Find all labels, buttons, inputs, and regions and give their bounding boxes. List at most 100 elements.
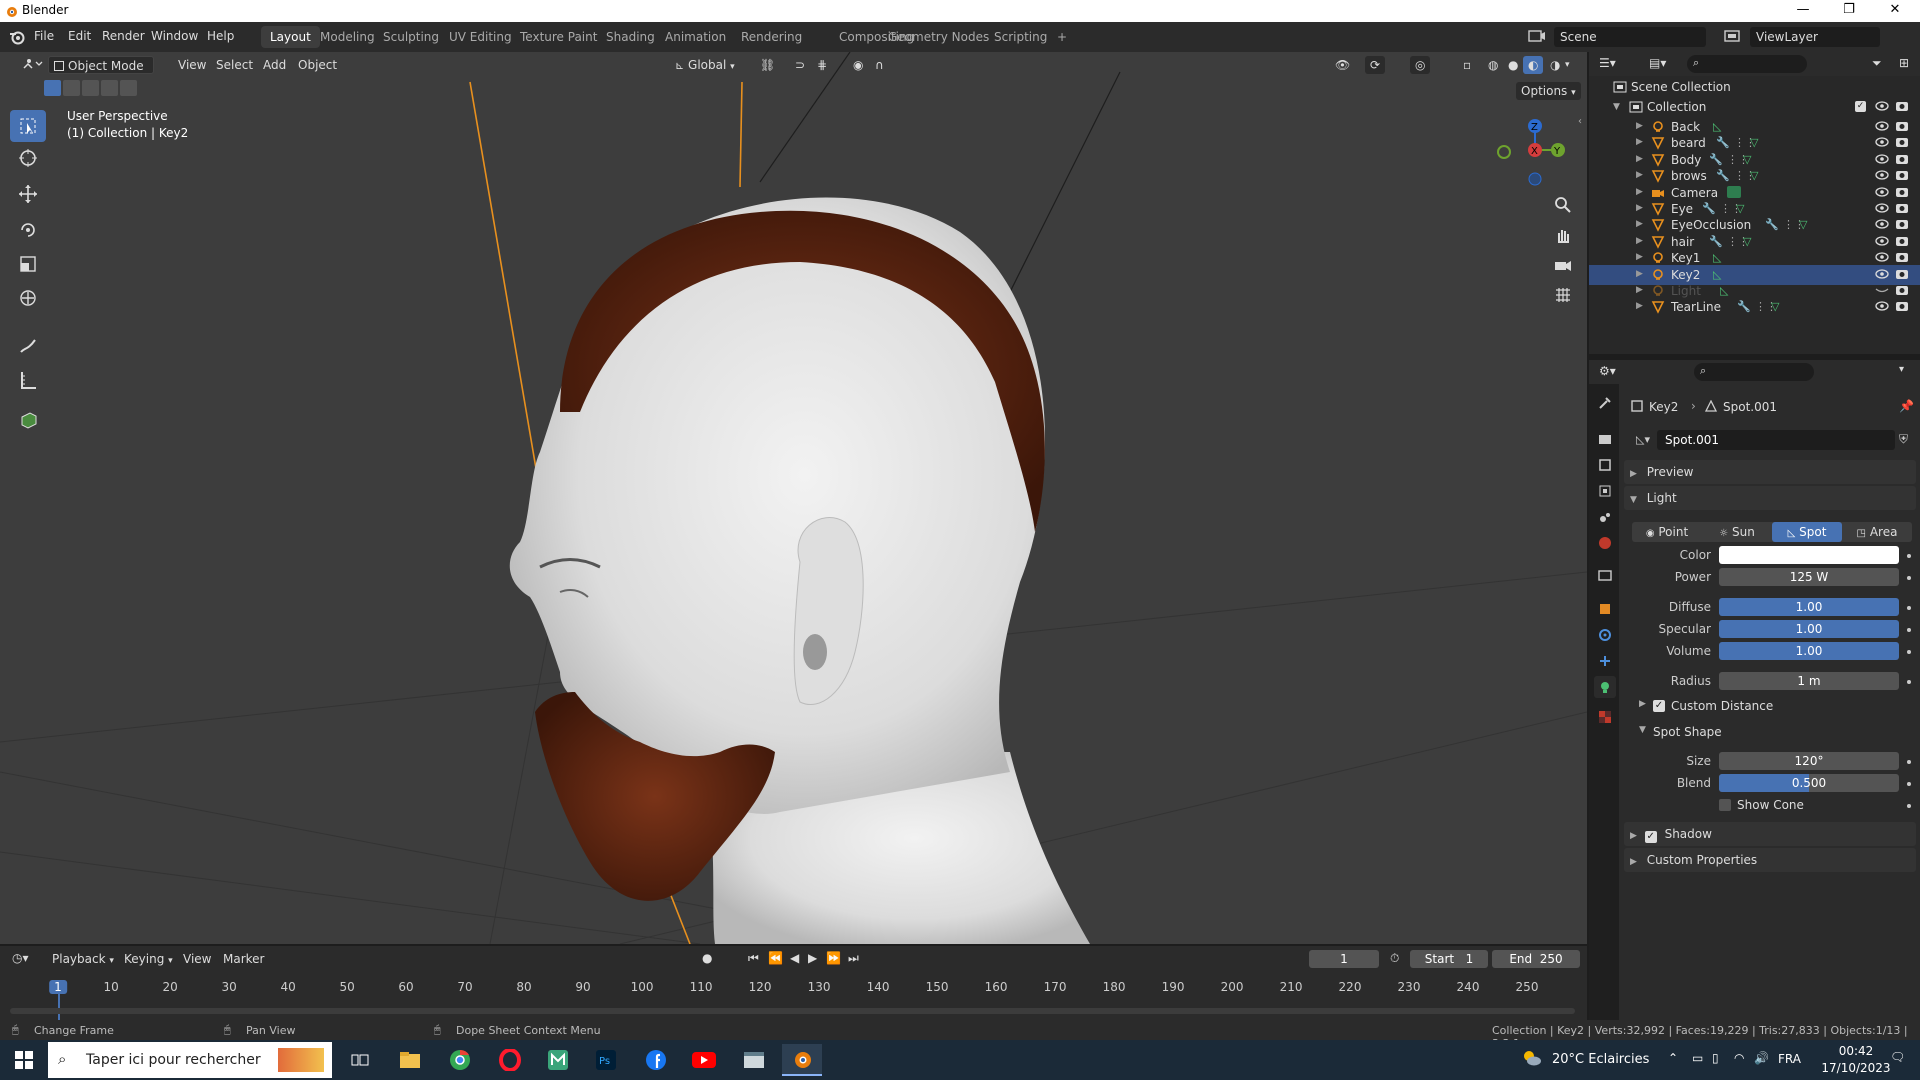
ortho-grid-icon[interactable] [1550, 282, 1576, 308]
exclude-checkbox[interactable]: ✓ [1855, 101, 1866, 112]
light-type-spot[interactable]: ◺ Spot [1772, 522, 1842, 542]
keyframe-dot[interactable] [1907, 628, 1911, 632]
collection-tab-icon[interactable] [1594, 564, 1616, 586]
render-camera-icon[interactable] [1895, 284, 1909, 296]
object-tab-icon[interactable] [1594, 598, 1616, 620]
proportional-edit-icon[interactable]: ◉ [848, 56, 868, 74]
eye-icon[interactable] [1875, 202, 1889, 214]
tray-app-icon[interactable]: ▭ [1692, 1051, 1703, 1065]
shadow-checkbox[interactable]: ✓ [1644, 831, 1657, 843]
app-window-icon[interactable] [734, 1044, 774, 1076]
battery-icon[interactable]: ▯ [1712, 1051, 1719, 1065]
outliner-collection[interactable]: ▼ Collection ✓ [1589, 97, 1920, 117]
select-box-tool[interactable] [10, 110, 46, 142]
show-cone-toggle[interactable]: Show Cone [1719, 796, 1899, 814]
render-camera-icon[interactable] [1895, 120, 1909, 132]
tab-modeling[interactable]: Modeling [311, 26, 384, 48]
datablock-browse-icon[interactable]: ◺▾ [1629, 431, 1657, 449]
blender-menu-icon[interactable] [9, 29, 25, 45]
material-shading-icon[interactable]: ◐ [1523, 56, 1544, 74]
navigation-gizmo[interactable]: Z X Y [1488, 112, 1570, 194]
gizmo-toggle-icon[interactable]: ⟳ [1365, 56, 1386, 74]
specular-slider[interactable]: 1.00 [1719, 620, 1899, 638]
eye-icon[interactable] [1875, 235, 1889, 247]
annotate-tool[interactable] [10, 330, 46, 362]
modifier-wrench-icon[interactable]: 🔧 [1737, 297, 1751, 317]
scale-tool[interactable] [10, 248, 46, 280]
menu-edit[interactable]: Edit [68, 29, 91, 43]
custom-distance-subpanel-header[interactable]: ▶ ✓ Custom Distance [1639, 696, 1909, 716]
outliner-editor-type-icon[interactable]: ☰▾ [1599, 56, 1616, 70]
windows-start-icon[interactable] [4, 1044, 44, 1076]
eye-icon[interactable] [1875, 169, 1889, 181]
radius-field[interactable]: 1 m [1719, 672, 1899, 690]
move-tool[interactable] [10, 178, 46, 210]
eye-icon[interactable] [1875, 251, 1889, 263]
viewport-menu-select[interactable]: Select [211, 56, 258, 74]
fake-user-shield-icon[interactable]: ⛨ [1899, 432, 1908, 447]
eye-icon[interactable] [1875, 300, 1889, 312]
clock-date[interactable]: 17/10/2023 [1816, 1061, 1896, 1075]
transform-tool[interactable] [10, 282, 46, 314]
camera-data-icon[interactable] [1727, 185, 1741, 198]
notifications-icon[interactable]: 🗨 [1890, 1050, 1905, 1064]
eye-icon[interactable] [1875, 268, 1889, 280]
select-extend-icon[interactable] [63, 80, 80, 96]
outliner-item-tearline[interactable]: ▶ TearLine 🔧 ⋮⋮ ▽ [1589, 297, 1920, 317]
options-button[interactable]: Options ▾ [1516, 82, 1581, 100]
datablock-name-field[interactable]: Spot.001 [1657, 430, 1895, 450]
add-cube-tool[interactable] [10, 404, 46, 436]
taskbar-search-box[interactable]: ⌕ Taper ici pour rechercher [48, 1042, 332, 1078]
snap-magnet-icon[interactable]: ⊃ [790, 56, 810, 74]
sidebar-toggle-icon[interactable]: ‹ [1578, 116, 1582, 127]
chevron-down-icon[interactable]: ▾ [1899, 364, 1904, 375]
language-indicator[interactable]: FRA [1778, 1052, 1801, 1066]
texture-tab-icon[interactable] [1594, 706, 1616, 728]
keyframe-dot[interactable] [1907, 760, 1911, 764]
maximize-button[interactable]: ❐ [1826, 0, 1872, 22]
eye-icon[interactable] [1875, 153, 1889, 165]
editor-type-button[interactable] [16, 56, 48, 74]
eye-icon[interactable] [1875, 136, 1889, 148]
custom-distance-checkbox[interactable]: ✓ [1653, 700, 1665, 712]
light-type-point[interactable]: ◉ Point [1632, 522, 1702, 542]
chevron-down-icon[interactable]: ▾ [1560, 56, 1575, 74]
eye-icon[interactable] [1875, 120, 1889, 132]
outliner-scene-collection[interactable]: Scene Collection [1589, 77, 1920, 97]
pivot-point-icon[interactable]: ⛓ [755, 56, 780, 74]
scene-icon[interactable] [1528, 28, 1546, 44]
tab-uv-editing[interactable]: UV Editing [440, 26, 521, 48]
view-layer-field[interactable]: ViewLayer [1750, 27, 1880, 47]
overlays-toggle-icon[interactable]: ◎ [1410, 56, 1431, 74]
taskbar-blender-icon[interactable] [782, 1044, 822, 1076]
filter-icon[interactable]: ⏷ [1872, 56, 1882, 71]
weather-icon[interactable] [1522, 1049, 1542, 1067]
camera-view-icon[interactable] [1550, 252, 1576, 278]
display-mode-icon[interactable]: ▤▾ [1649, 56, 1666, 70]
xray-toggle-icon[interactable]: ▫ [1458, 56, 1476, 74]
viewport-menu-add[interactable]: Add [258, 56, 291, 74]
render-camera-icon[interactable] [1895, 202, 1909, 214]
zoom-icon[interactable] [1550, 192, 1576, 218]
pin-icon[interactable]: 📌 [1899, 399, 1914, 413]
keyframe-dot[interactable] [1907, 554, 1911, 558]
light-data-tab-icon[interactable] [1594, 676, 1616, 698]
outliner-search-input[interactable]: ⌕ [1687, 55, 1807, 73]
clock-time[interactable]: 00:42 [1826, 1044, 1886, 1058]
facebook-icon[interactable] [636, 1044, 676, 1076]
render-camera-icon[interactable] [1895, 136, 1909, 148]
measure-tool[interactable] [10, 364, 46, 396]
add-workspace-button[interactable]: + [1048, 26, 1076, 48]
keyframe-dot[interactable] [1907, 576, 1911, 580]
render-camera-icon[interactable] [1895, 218, 1909, 230]
preview-panel-header[interactable]: ▶ Preview [1624, 460, 1916, 484]
select-intersect-icon[interactable] [120, 80, 137, 96]
volume-slider[interactable]: 1.00 [1719, 642, 1899, 660]
wifi-icon[interactable]: ◠ [1734, 1051, 1744, 1065]
timeline-scrollbar[interactable] [10, 1008, 1575, 1014]
scene-tab-icon[interactable] [1594, 506, 1616, 528]
new-collection-icon[interactable]: ⊞ [1899, 56, 1909, 70]
visibility-selector-icon[interactable]: 👁 [1330, 56, 1355, 74]
tool-tab-icon[interactable] [1594, 392, 1616, 414]
custom-properties-panel-header[interactable]: ▶ Custom Properties [1624, 848, 1916, 872]
